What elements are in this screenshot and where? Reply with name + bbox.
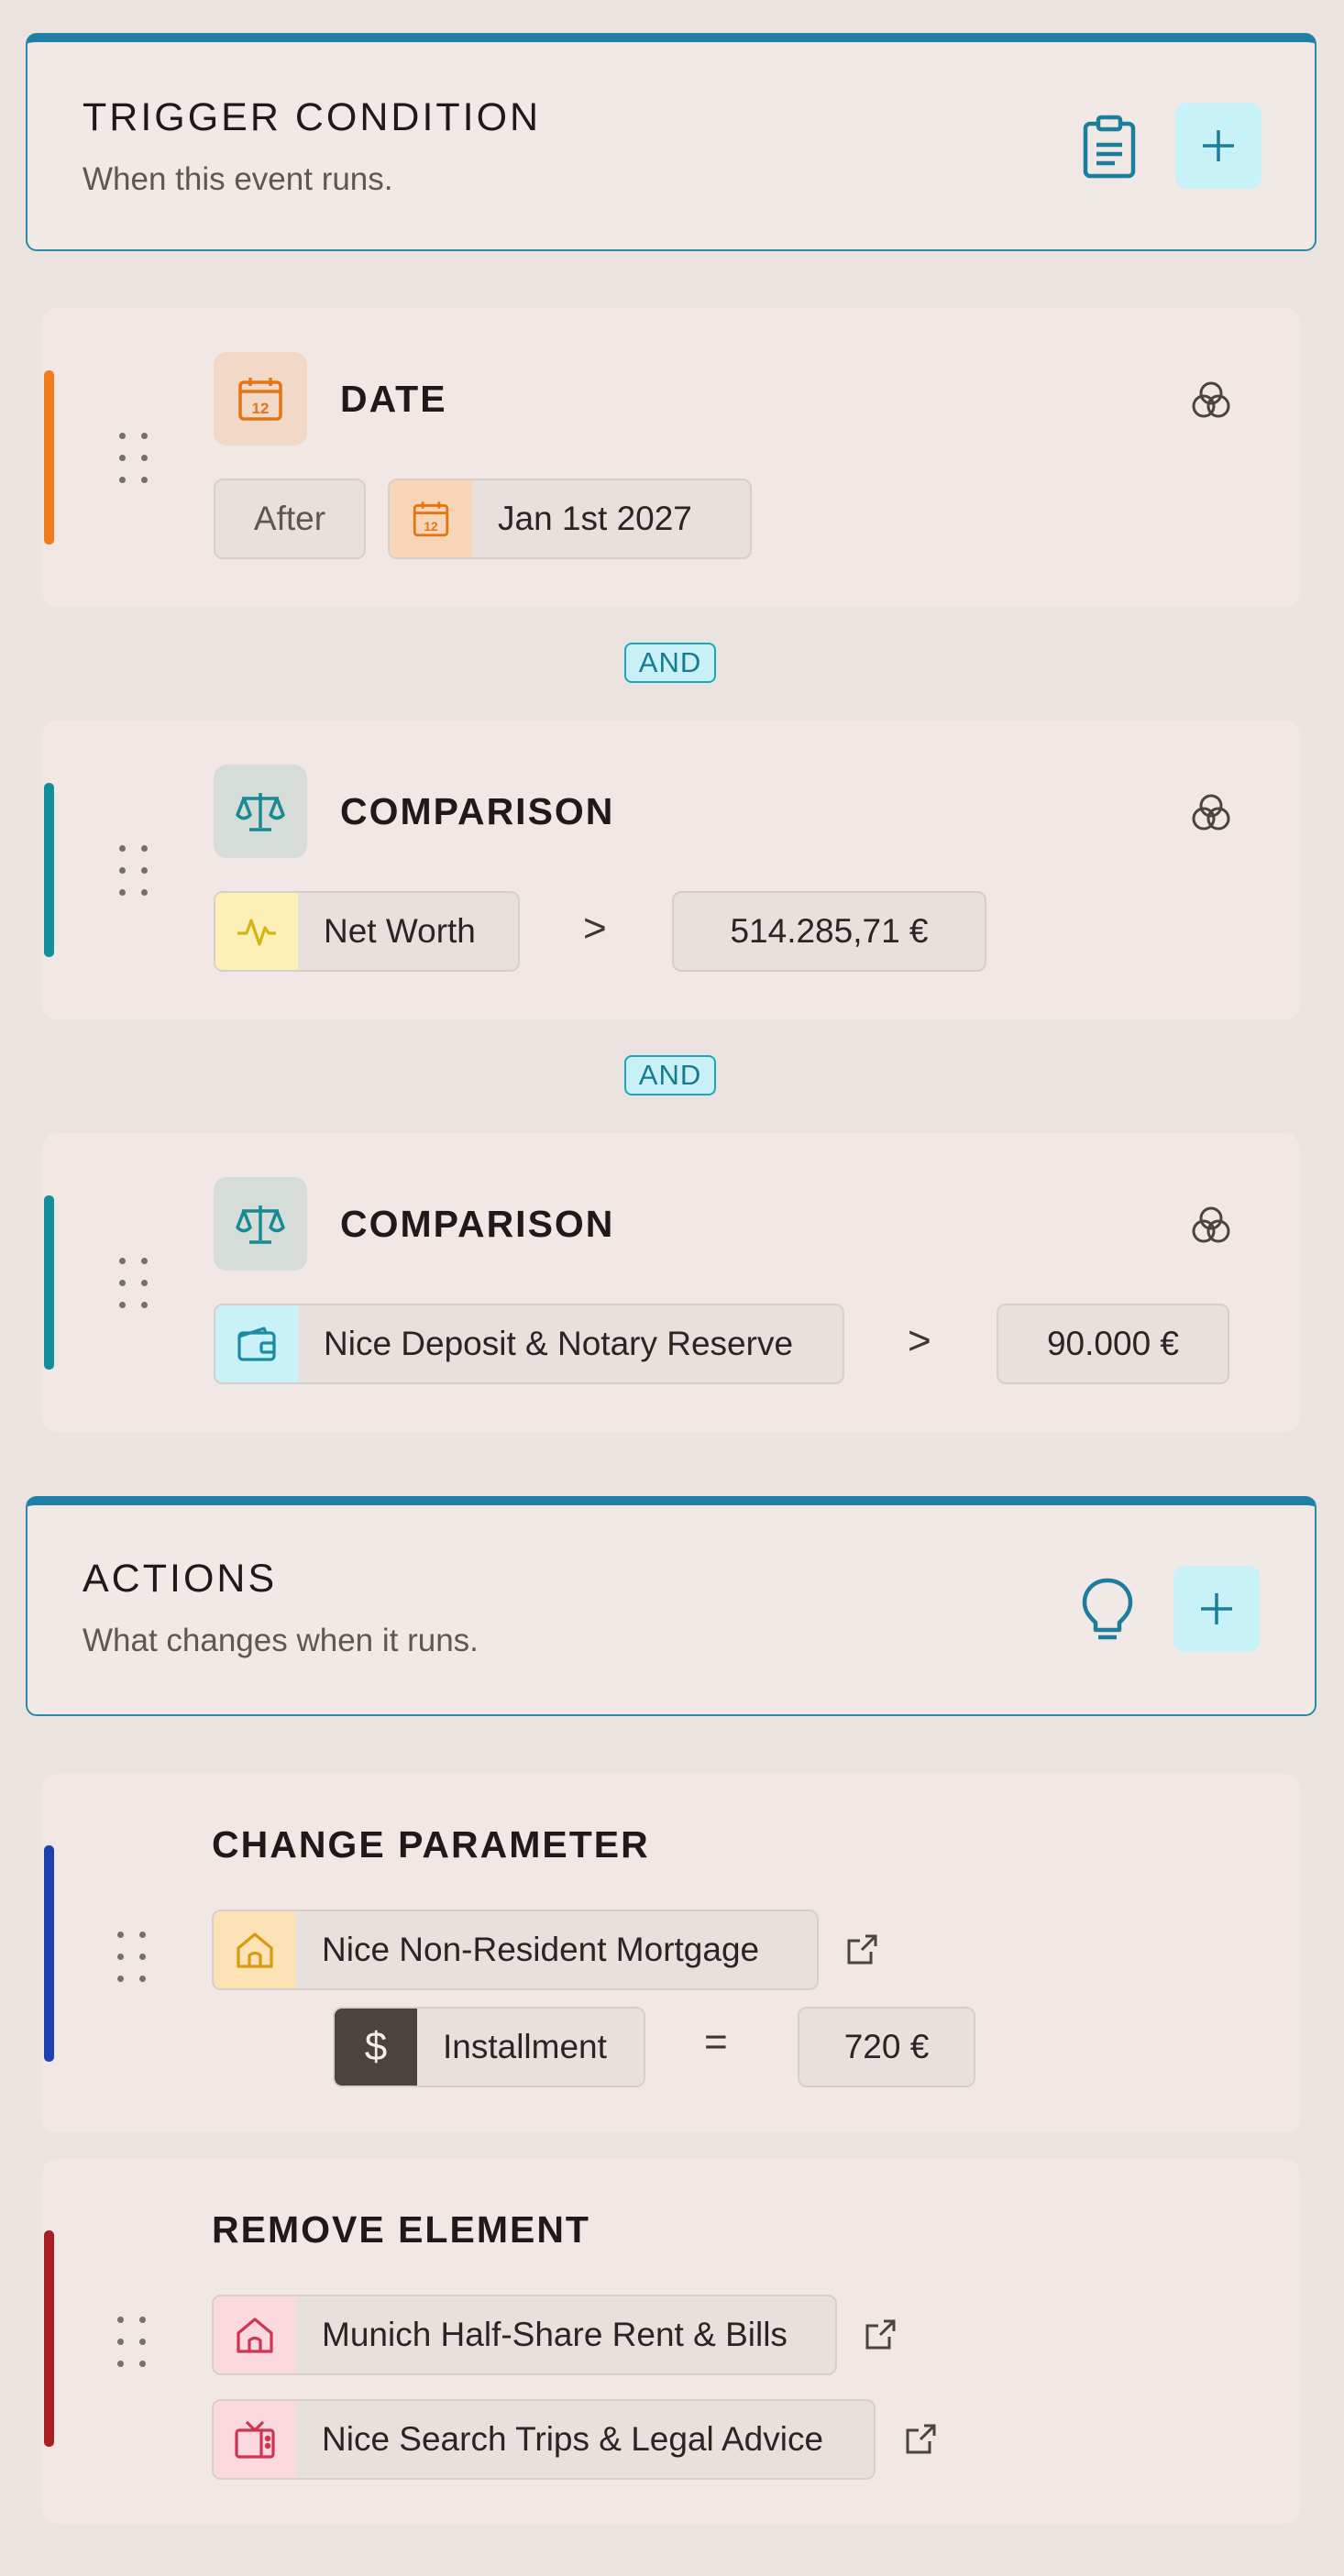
date-operator-select[interactable]: After (214, 479, 366, 559)
venn-circles-icon[interactable] (1188, 1203, 1234, 1249)
card-type-title: REMOVE ELEMENT (212, 2208, 590, 2251)
comparison-right-field[interactable]: 90.000 € (997, 1304, 1229, 1384)
external-link-icon[interactable] (902, 2421, 939, 2458)
section-title: ACTIONS (83, 1557, 278, 1601)
operator-label: After (253, 500, 326, 537)
section-title: TRIGGER CONDITION (83, 95, 542, 139)
wallet-icon (215, 1305, 298, 1382)
external-link-icon[interactable] (862, 2317, 898, 2353)
drag-handle-icon[interactable] (119, 845, 156, 897)
and-connector-badge: AND (624, 1055, 716, 1095)
card-type-title: COMPARISON (340, 1203, 615, 1245)
assignment-operator[interactable]: = (704, 2020, 728, 2065)
right-operand-value: 90.000 € (1046, 1325, 1180, 1362)
action-card-remove-element: REMOVE ELEMENT Munich Half-Share Rent & … (42, 2159, 1300, 2524)
add-action-button[interactable] (1173, 1566, 1260, 1652)
condition-card-date: 12 DATE After 12 Jan 1st 2027 (42, 308, 1300, 607)
card-type-title: DATE (340, 378, 447, 420)
and-connector-badge: AND (624, 643, 716, 683)
accent-bar (44, 2230, 54, 2447)
scale-icon (214, 765, 307, 858)
venn-circles-icon[interactable] (1188, 378, 1234, 424)
parameter-label: Installment (443, 2028, 607, 2065)
card-type-title: COMPARISON (340, 790, 615, 832)
drag-handle-icon[interactable] (119, 1258, 156, 1309)
calendar-icon: 12 (214, 352, 307, 446)
actions-header: ACTIONS What changes when it runs. (26, 1496, 1316, 1716)
parameter-field[interactable]: $ Installment (333, 2007, 645, 2087)
drag-handle-icon[interactable] (117, 2317, 154, 2368)
drag-handle-icon[interactable] (119, 433, 156, 484)
house-icon (214, 1911, 296, 1988)
lightbulb-icon[interactable] (1071, 1573, 1144, 1646)
right-operand-value: 514.285,71 € (730, 912, 929, 950)
comparison-left-field[interactable]: Net Worth (214, 891, 520, 972)
accent-bar (44, 370, 54, 545)
drag-handle-icon[interactable] (117, 1932, 154, 1983)
tv-icon (214, 2401, 296, 2478)
accent-bar (44, 1845, 54, 2062)
comparison-operator[interactable]: > (908, 1318, 931, 1364)
scale-icon (214, 1177, 307, 1271)
removed-element-label: Nice Search Trips & Legal Advice (322, 2420, 824, 2458)
calendar-icon: 12 (390, 480, 472, 557)
section-subtitle: What changes when it runs. (83, 1623, 479, 1658)
condition-card-comparison: COMPARISON Nice Deposit & Notary Reserve… (42, 1133, 1300, 1432)
external-link-icon[interactable] (843, 1932, 880, 1968)
house-icon (214, 2296, 296, 2373)
svg-text:12: 12 (252, 400, 270, 417)
venn-circles-icon[interactable] (1188, 790, 1234, 836)
comparison-operator[interactable]: > (583, 906, 607, 952)
condition-card-comparison: COMPARISON Net Worth > 514.285,71 € (42, 721, 1300, 1019)
removed-element-field[interactable]: Munich Half-Share Rent & Bills (212, 2295, 837, 2375)
card-type-title: CHANGE PARAMETER (212, 1823, 650, 1866)
accent-bar (44, 1195, 54, 1370)
activity-icon (215, 893, 298, 970)
accent-bar (44, 783, 54, 957)
plus-icon (1201, 1593, 1232, 1624)
removed-element-field[interactable]: Nice Search Trips & Legal Advice (212, 2399, 876, 2480)
action-card-change-parameter: CHANGE PARAMETER Nice Non-Resident Mortg… (42, 1774, 1300, 2133)
section-subtitle: When this event runs. (83, 161, 393, 197)
dollar-icon: $ (335, 2009, 417, 2086)
target-element-field[interactable]: Nice Non-Resident Mortgage (212, 1910, 819, 1990)
clipboard-icon[interactable] (1073, 110, 1146, 183)
date-value: Jan 1st 2027 (498, 500, 692, 537)
trigger-condition-header: TRIGGER CONDITION When this event runs. (26, 33, 1316, 251)
target-element-label: Nice Non-Resident Mortgage (322, 1931, 760, 1968)
add-condition-button[interactable] (1175, 103, 1261, 189)
comparison-right-field[interactable]: 514.285,71 € (672, 891, 986, 972)
svg-text:12: 12 (424, 520, 438, 534)
plus-icon (1203, 130, 1234, 161)
removed-element-label: Munich Half-Share Rent & Bills (322, 2316, 788, 2353)
parameter-value: 720 € (843, 2028, 930, 2065)
left-operand-label: Net Worth (324, 912, 476, 950)
parameter-value-field[interactable]: 720 € (798, 2007, 975, 2087)
left-operand-label: Nice Deposit & Notary Reserve (324, 1325, 794, 1362)
date-value-field[interactable]: 12 Jan 1st 2027 (388, 479, 752, 559)
comparison-left-field[interactable]: Nice Deposit & Notary Reserve (214, 1304, 844, 1384)
